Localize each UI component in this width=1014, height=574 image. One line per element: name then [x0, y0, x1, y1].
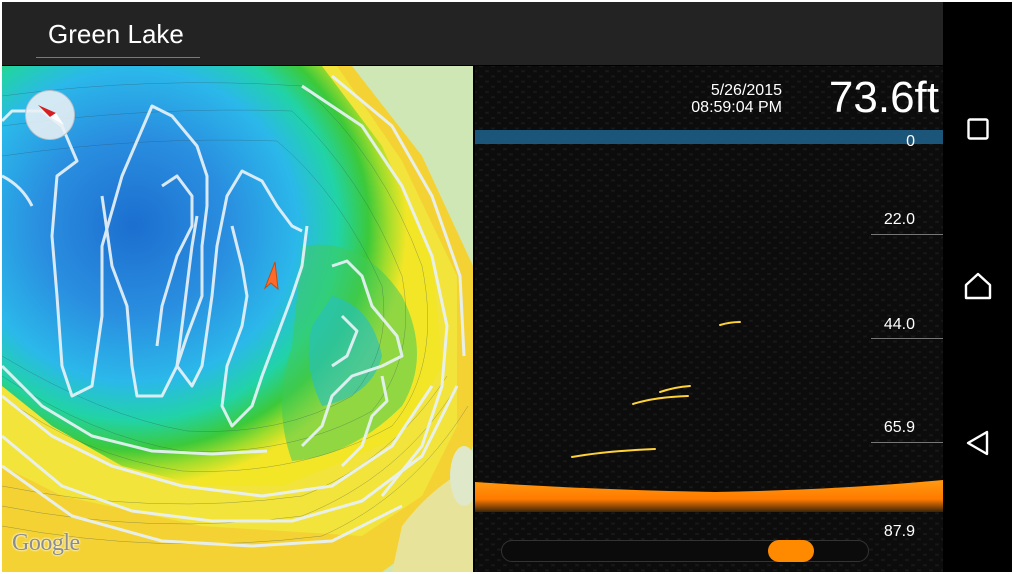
home-button[interactable] [959, 267, 997, 305]
android-nav-bar [943, 2, 1012, 572]
sonar-display [475, 66, 943, 572]
lake-name-title[interactable]: Green Lake [36, 16, 200, 58]
title-bar: Green Lake [2, 2, 943, 65]
depth-tick-label: 0 [906, 133, 915, 150]
history-slider-thumb[interactable] [768, 540, 815, 562]
depth-tick-label: 87.9 [883, 523, 915, 540]
sonar-date: 5/26/2015 [710, 82, 782, 99]
square-recents-icon [967, 118, 989, 140]
surface-band [475, 130, 943, 144]
bathymetry-map [2, 66, 473, 572]
app-frame: Green Lake Google 5/26/2015 08:59:04 PM … [2, 2, 1012, 572]
sonar-panel[interactable]: 5/26/2015 08:59:04 PM 73.6ft 0 22.0 44.0… [475, 66, 943, 572]
recents-button[interactable] [959, 110, 997, 148]
depth-tick-label: 44.0 [883, 316, 915, 333]
depth-tick-line [871, 442, 943, 443]
depth-tick-line [871, 338, 943, 339]
home-icon [964, 272, 992, 300]
depth-tick-line [871, 234, 943, 235]
depth-tick-label: 65.9 [883, 419, 915, 436]
compass-needle-icon [38, 105, 64, 125]
compass-button[interactable] [25, 90, 75, 140]
depth-tick-label: 22.0 [883, 211, 915, 228]
triangle-back-icon [966, 430, 989, 456]
sonar-time: 08:59:04 PM [691, 99, 782, 116]
back-button[interactable] [959, 424, 997, 462]
depth-readout: 73.6ft [828, 73, 939, 122]
lake-map[interactable]: Google [2, 66, 473, 572]
map-attribution: Google [12, 530, 80, 556]
